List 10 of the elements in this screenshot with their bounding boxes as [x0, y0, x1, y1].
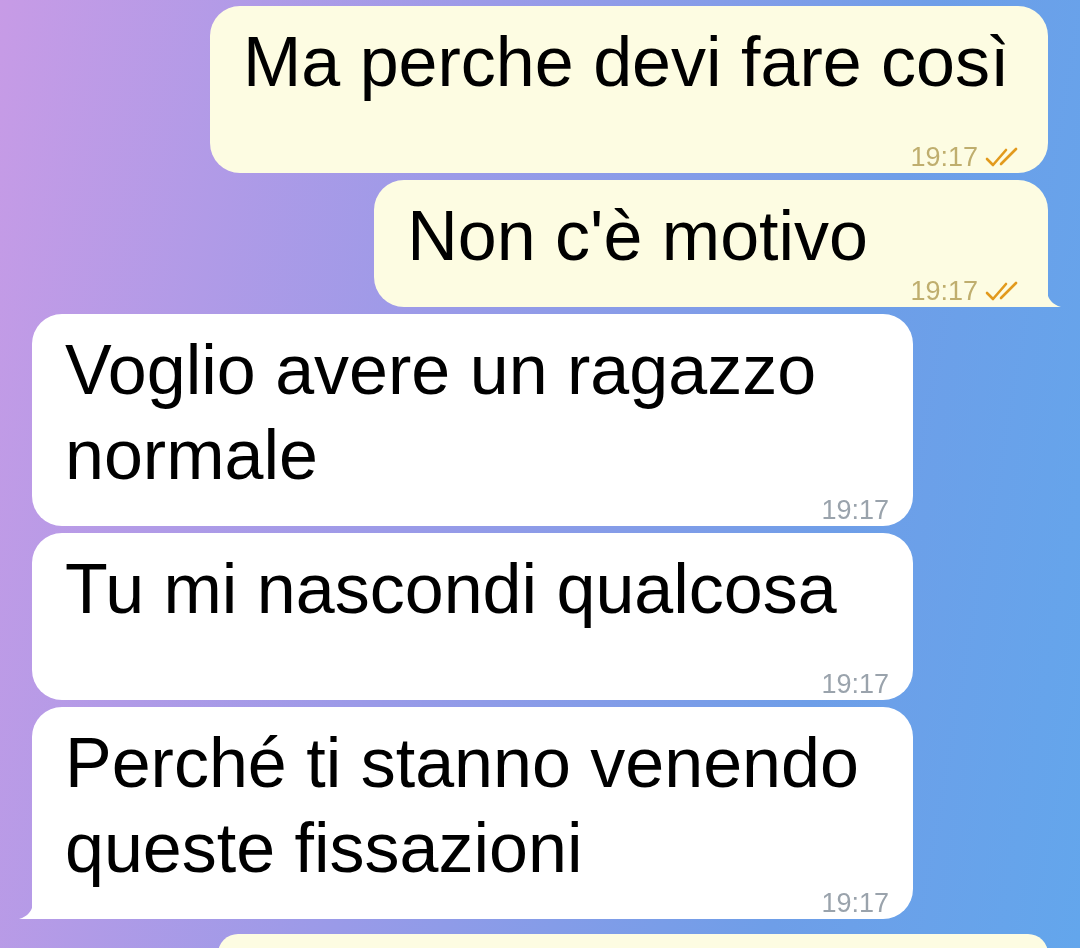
message-text: Non c'è motivo	[407, 197, 868, 275]
message-time: 19:17	[910, 279, 978, 303]
message-time: 19:17	[821, 498, 889, 522]
message-text: Tu mi nascondi qualcosa	[65, 550, 837, 628]
message-time: 19:17	[821, 891, 889, 915]
message-text: Voglio avere un ragazzo normale	[65, 331, 817, 494]
message-text: Perché ti stanno venendo queste fissazioni	[65, 724, 859, 887]
message-time: 19:17	[821, 672, 889, 696]
message-text: Ma perche devi fare così	[243, 23, 1010, 101]
message-time: 19:17	[910, 145, 978, 169]
